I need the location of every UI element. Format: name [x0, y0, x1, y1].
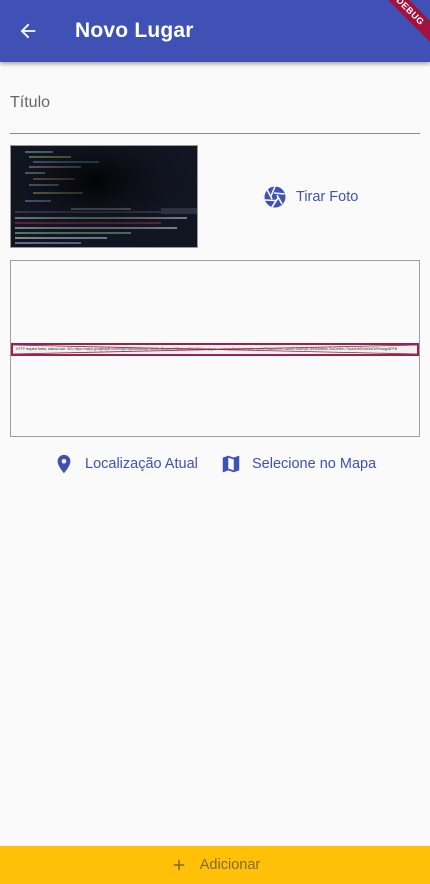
add-button[interactable]: Adicionar [0, 846, 430, 884]
error-cross-lines [13, 345, 417, 354]
photo-thumbnail [10, 145, 198, 248]
select-on-map-button[interactable]: Selecione no Mapa [220, 450, 376, 478]
arrow-back-icon [20, 23, 36, 39]
select-on-map-label: Selecione no Mapa [252, 456, 377, 472]
plus-icon [173, 859, 185, 871]
current-location-button[interactable]: Localização Atual [53, 450, 198, 478]
add-label: Adicionar [199, 857, 261, 873]
app-bar: Novo Lugar DEBUG [0, 0, 430, 62]
back-button[interactable] [12, 15, 44, 47]
camera-shutter-icon [264, 186, 286, 208]
debug-banner: DEBUG [370, 0, 430, 51]
map-error-strip: HTTP request failed, statusCode: 403, ht… [11, 343, 419, 356]
page-title: Novo Lugar [75, 19, 194, 42]
current-location-label: Localização Atual [85, 456, 198, 472]
take-photo-label: Tirar Foto [296, 189, 359, 205]
map-icon [222, 455, 240, 473]
code-screenshot-image [11, 146, 197, 247]
location-pin-icon [57, 454, 71, 474]
title-input[interactable] [10, 80, 420, 112]
take-photo-button[interactable]: Tirar Foto [263, 182, 358, 212]
title-field[interactable] [10, 80, 420, 134]
map-preview: HTTP request failed, statusCode: 403, ht… [10, 260, 420, 437]
